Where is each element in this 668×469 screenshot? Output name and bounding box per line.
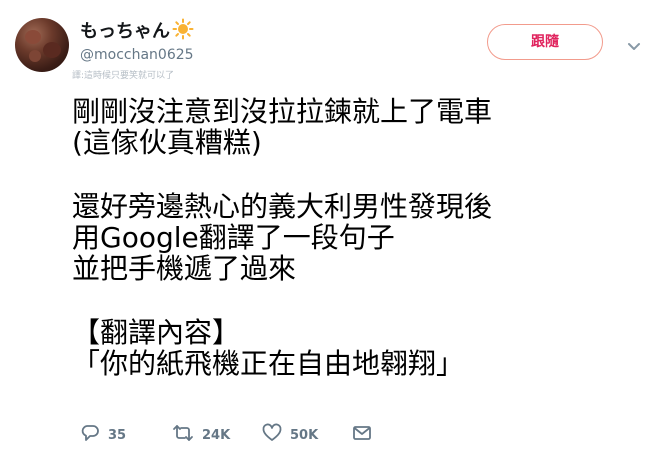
sun-icon [172, 18, 194, 47]
like-count: 50K [290, 427, 319, 443]
like-button[interactable]: 50K [262, 423, 319, 447]
retweet-button[interactable]: 24K [172, 424, 230, 446]
translation-watermark: 譯:這時候只要笑就可以了 [72, 71, 175, 81]
reply-count: 35 [108, 427, 127, 443]
avatar[interactable] [15, 18, 69, 72]
display-name-row[interactable]: もっちゃん [80, 18, 194, 47]
tweet-actions: 35 24K 50K [80, 423, 400, 447]
chevron-down-icon[interactable] [624, 36, 644, 56]
avatar-detail [43, 42, 61, 58]
avatar-detail [29, 50, 41, 62]
tweet-card: もっちゃん @mocchan0625 譯:這時候只要笑就可以了 跟隨 剛剛沒注意… [0, 0, 668, 469]
reply-icon [80, 423, 100, 447]
tweet-line: 並把手機遞了過來 [72, 252, 297, 285]
envelope-icon [352, 423, 372, 447]
user-handle[interactable]: @mocchan0625 [80, 46, 194, 64]
follow-button[interactable]: 跟隨 [487, 24, 603, 60]
tweet-body: 剛剛沒注意到沒拉拉鍊就上了電車 (這傢伙真糟糕) 還好旁邊熱心的義大利男性發現後… [72, 96, 632, 379]
tweet-line: 【翻譯內容】 [72, 316, 241, 349]
display-name[interactable]: もっちゃん [80, 21, 170, 42]
retweet-icon [172, 423, 194, 447]
avatar-detail [25, 30, 41, 44]
tweet-line: 「你的紙飛機正在自由地翱翔」 [72, 347, 465, 380]
tweet-line: 用Google翻譯了一段句子 [72, 221, 395, 254]
tweet-line: (這傢伙真糟糕) [72, 126, 262, 159]
tweet-line: 還好旁邊熱心的義大利男性發現後 [72, 190, 493, 223]
reply-button[interactable]: 35 [80, 424, 126, 446]
tweet-line: 剛剛沒注意到沒拉拉鍊就上了電車 [72, 95, 493, 128]
retweet-count: 24K [202, 427, 231, 443]
heart-icon [262, 423, 282, 447]
direct-message-button[interactable] [352, 424, 372, 446]
